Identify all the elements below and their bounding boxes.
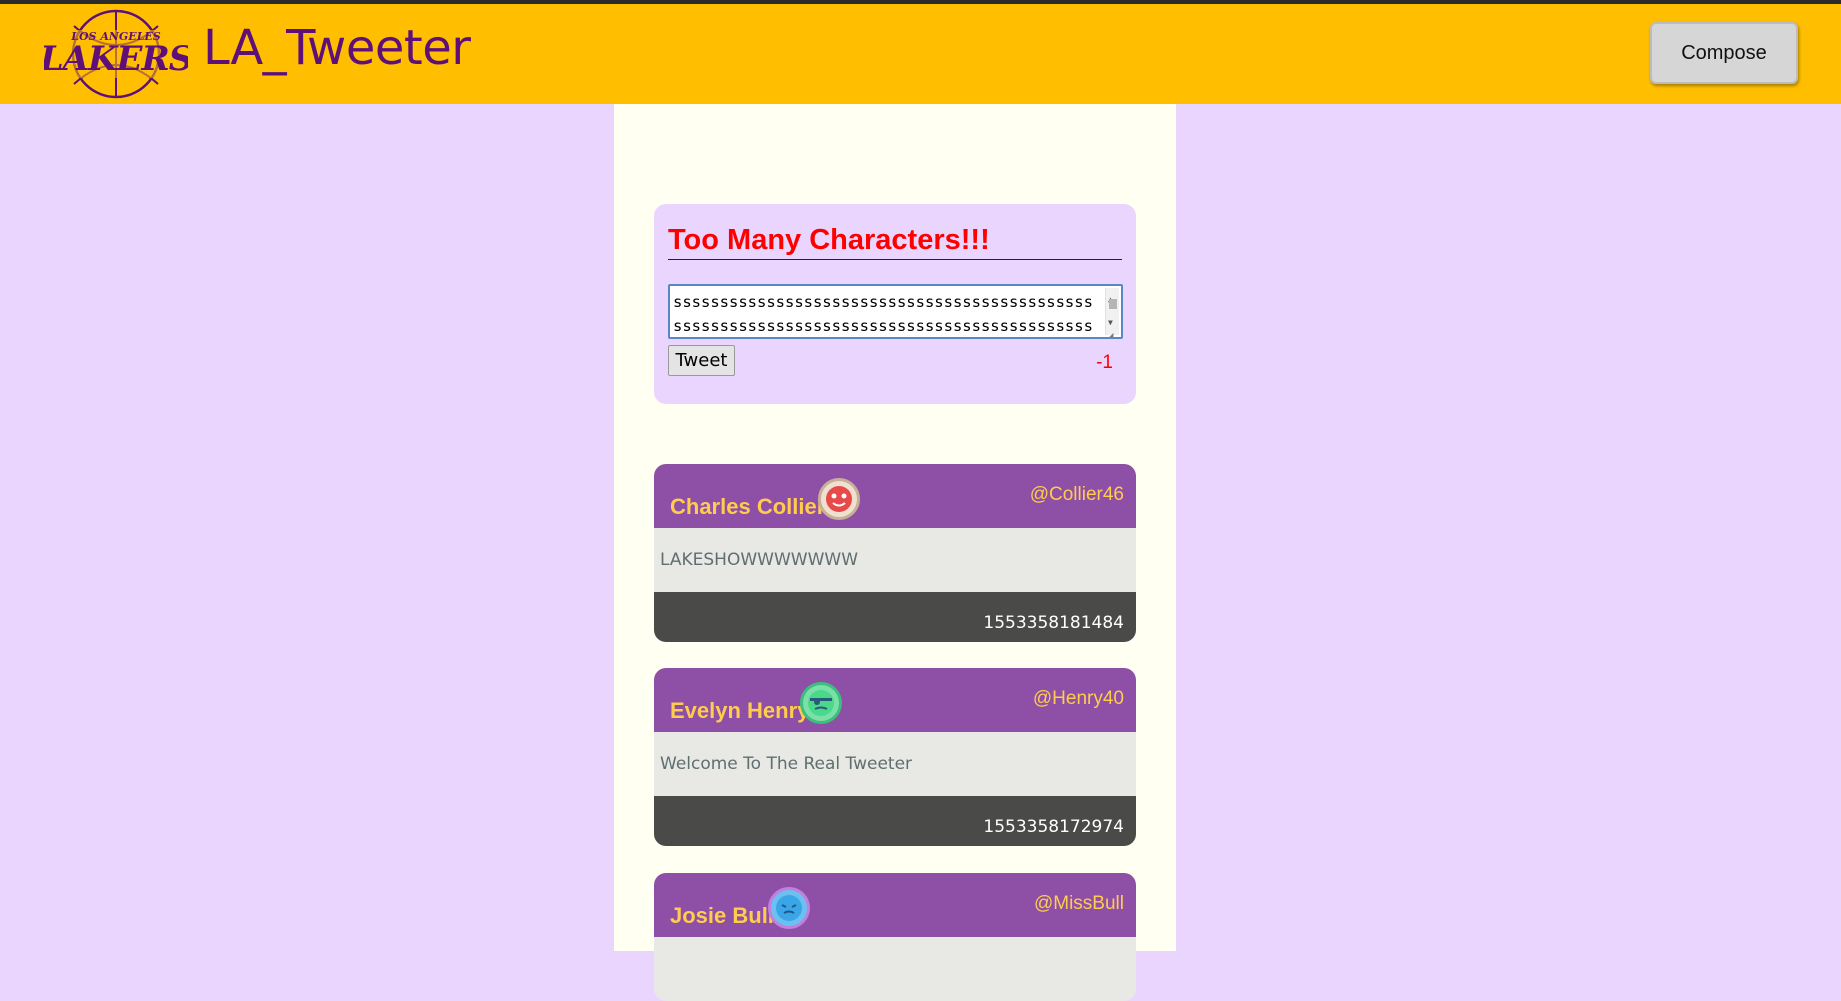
app-header: LOS ANGELES LAKERS LA_Tweeter Compose — [0, 4, 1841, 104]
compose-button[interactable]: Compose — [1650, 22, 1798, 84]
red-smiley-avatar-icon — [818, 478, 860, 520]
textarea-scrollbar[interactable]: ▲ ▼ ◢ — [1105, 288, 1119, 337]
tweet-author-handle: @Henry40 — [1032, 688, 1124, 709]
app-title: LA_Tweeter — [203, 20, 471, 76]
lakers-logo-icon: LOS ANGELES LAKERS — [44, 9, 188, 99]
tweet-author-name: Josie Bull — [670, 903, 774, 928]
scroll-thumb[interactable] — [1109, 299, 1117, 309]
character-counter: -1 — [1096, 352, 1113, 373]
green-pirate-avatar-icon — [800, 682, 842, 724]
tweet-header: Evelyn Henry @Henry40 — [654, 668, 1136, 732]
tweet-header: Josie Bull @MissBull — [654, 873, 1136, 937]
tweet-textarea[interactable]: ssssssssssssssssssssssssssssssssssssssss… — [668, 284, 1123, 339]
tweet-card: Charles Collier @Collier46 LAKESHOWWWWWW… — [654, 464, 1136, 642]
tweet-text: Welcome To The Real Tweeter — [654, 732, 1136, 796]
tweet-card: Evelyn Henry @Henry40 Welcome To The Rea… — [654, 668, 1136, 846]
tweet-card: Josie Bull @MissBull — [654, 873, 1136, 1001]
tweet-text: LAKESHOWWWWWWW — [654, 528, 1136, 592]
tweet-timestamp: 1553358181484 — [654, 592, 1136, 642]
svg-text:LAKERS: LAKERS — [44, 39, 188, 79]
resize-grip-icon[interactable]: ◢ — [1108, 324, 1113, 337]
tweet-button[interactable]: Tweet — [668, 345, 735, 376]
tweet-textarea-value: ssssssssssssssssssssssssssssssssssssssss… — [673, 293, 1093, 335]
tweet-author-handle: @MissBull — [1033, 893, 1124, 914]
too-many-characters-warning: Too Many Characters!!! — [668, 224, 1122, 260]
tweet-header: Charles Collier @Collier46 — [654, 464, 1136, 528]
tweet-author-handle: @Collier46 — [1029, 484, 1124, 505]
blue-face-avatar-icon — [768, 887, 810, 929]
tweet-author-name: Evelyn Henry — [670, 698, 810, 723]
tweet-author-name: Charles Collier — [670, 494, 826, 519]
tweet-timestamp: 1553358172974 — [654, 796, 1136, 846]
feed-column: Too Many Characters!!! sssssssssssssssss… — [614, 104, 1176, 1001]
compose-panel: Too Many Characters!!! sssssssssssssssss… — [654, 204, 1136, 404]
tweet-text — [654, 937, 1136, 1001]
